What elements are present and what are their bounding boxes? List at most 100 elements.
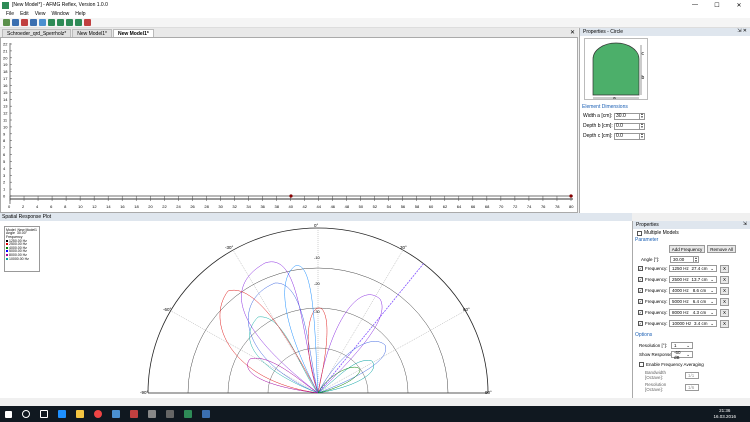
wave-icon[interactable]: [39, 19, 46, 26]
angle-label-p60: 60°: [463, 307, 470, 312]
maximize-button[interactable]: ☐: [706, 0, 728, 10]
resolution-octave-select[interactable]: 1/6: [685, 383, 699, 391]
frequency-checkbox[interactable]: ✓: [638, 277, 643, 282]
remove-frequency-button[interactable]: X: [720, 297, 730, 306]
legend-item: 10000.00 Hz: [6, 257, 38, 261]
remove-frequency-button[interactable]: X: [720, 308, 730, 317]
depth-b-spinner[interactable]: ▲ ▼: [640, 122, 645, 130]
arc-icon[interactable]: [75, 19, 82, 26]
tray-clock[interactable]: 21:36 16.03.2016: [713, 408, 736, 420]
menu-file[interactable]: File: [6, 11, 14, 17]
frequency-cm: 4.3 cm: [692, 310, 707, 315]
frequency-checkbox[interactable]: ✓: [638, 321, 643, 326]
file-explorer-icon[interactable]: [76, 410, 84, 418]
bandwidth-select[interactable]: 1/1: [685, 371, 699, 379]
db-tick-20: -20: [314, 281, 321, 286]
model-plot[interactable]: 22 21 20 19 18 17 16 15 14 13 12 11 10 9 8 7 6 5 4 3 2 1 0 024…: [0, 37, 578, 213]
menu-help[interactable]: Help: [75, 11, 85, 17]
show-response-select[interactable]: -60 dB ⌄: [671, 350, 693, 360]
properties-circle-header: Properties - Circle ⇲ ✕: [580, 28, 750, 36]
frequency-hz: 5000 Hz: [672, 299, 689, 304]
frequency-select[interactable]: 4000 Hz 8.6 cm ⌄: [669, 287, 717, 294]
app-icon-d[interactable]: [166, 410, 174, 418]
multiple-models-checkbox[interactable]: [637, 230, 642, 236]
depth-c-field[interactable]: 0.0: [614, 132, 640, 140]
depth-b-field[interactable]: 0.0: [614, 122, 640, 130]
reflex-taskbar-icon[interactable]: [184, 410, 192, 418]
multiple-models-row: Multiple Models: [637, 230, 750, 236]
x-tick-label: 56: [401, 204, 406, 209]
frequency-row: ✓ Frequency: 10000 Hz 3.4 cm ⌄ X: [638, 318, 750, 329]
angle-field[interactable]: 30.00: [670, 256, 694, 263]
frequency-select[interactable]: 2500 Hz 13.7 cm ⌄: [669, 276, 717, 283]
remove-frequency-button[interactable]: X: [720, 264, 730, 273]
block-icon[interactable]: [48, 19, 55, 26]
minimize-button[interactable]: —: [684, 0, 706, 10]
averaging-checkbox[interactable]: [639, 362, 644, 367]
y-tick-label: 22: [3, 42, 8, 47]
angle-label-0: 0°: [314, 223, 319, 228]
frequency-checkbox[interactable]: ✓: [638, 310, 643, 315]
properties-circle-title: Properties - Circle: [583, 29, 624, 35]
depth-c-spinner[interactable]: ▲ ▼: [640, 132, 645, 140]
close-button[interactable]: ✕: [728, 0, 750, 10]
frequency-select[interactable]: 5000 Hz 6.4 cm ⌄: [669, 298, 717, 305]
menu-window[interactable]: Window: [51, 11, 69, 17]
frequency-cm: 6.4 cm: [692, 299, 707, 304]
tab-schroeder[interactable]: Schroeder_qrd_Sperrholz*: [2, 29, 72, 37]
chart-icon[interactable]: [21, 19, 28, 26]
open-icon[interactable]: [12, 19, 19, 26]
resolution-octave-label: Resolution [Octave]:: [645, 382, 667, 392]
frequency-select[interactable]: 1250 Hz 27.4 cm ⌄: [669, 265, 717, 272]
x-tick-label: 46: [331, 204, 336, 209]
remove-frequency-button[interactable]: X: [720, 286, 730, 295]
app-icon-a[interactable]: [112, 410, 120, 418]
task-view-icon[interactable]: [40, 410, 48, 418]
app-icon-e[interactable]: [202, 410, 210, 418]
pin-icon[interactable]: ⇲ ✕: [737, 28, 747, 34]
resolution-row: Resolution [°]: 1 ⌄: [639, 342, 750, 349]
frequency-checkbox[interactable]: ✓: [638, 266, 643, 271]
frequency-select[interactable]: 8000 Hz 4.3 cm ⌄: [669, 309, 717, 316]
width-a-field[interactable]: 30.0: [614, 112, 640, 120]
label-c: c: [642, 51, 645, 57]
polar-legend: Model New Model1 Angle 30.00° Frequency …: [4, 226, 40, 272]
app-icon-b[interactable]: [130, 410, 138, 418]
y-tick-label: 20: [3, 55, 8, 60]
x-tick-label: 44: [317, 204, 322, 209]
resolution-select[interactable]: 1 ⌄: [671, 342, 693, 349]
app-icon-c[interactable]: [148, 410, 156, 418]
delete-icon[interactable]: [84, 19, 91, 26]
line-icon[interactable]: [30, 19, 37, 26]
x-tick-label: 66: [471, 204, 476, 209]
menu-view[interactable]: View: [35, 11, 46, 17]
edge-icon[interactable]: [58, 410, 66, 418]
y-tick-label: 2: [3, 180, 6, 185]
remove-all-button[interactable]: Remove All: [707, 245, 736, 253]
add-frequency-button[interactable]: Add Frequency: [668, 245, 706, 253]
frequency-checkbox[interactable]: ✓: [638, 299, 643, 304]
frequency-select[interactable]: 10000 Hz 3.4 cm ⌄: [669, 320, 717, 327]
frequency-hz: 1250 Hz: [672, 266, 689, 271]
pin-icon[interactable]: ⇲: [743, 221, 747, 227]
frequency-checkbox[interactable]: ✓: [638, 288, 643, 293]
angle-spinner[interactable]: ▲ ▼: [694, 256, 699, 263]
polar-plot[interactable]: 0° -30° 30° -60° 60° -90° 90° -10 -20 -3…: [0, 221, 632, 398]
frequency-hz: 10000 Hz: [672, 321, 692, 326]
remove-frequency-button[interactable]: X: [720, 319, 730, 328]
tab-new-model-b[interactable]: New Model1*: [112, 29, 154, 37]
windows-start-icon[interactable]: [5, 410, 12, 418]
y-tick-label: 0: [3, 194, 6, 199]
frequency-hz: 8000 Hz: [672, 310, 689, 315]
tab-new-model-a[interactable]: New Model1*: [72, 29, 112, 37]
width-a-spinner[interactable]: ▲ ▼: [640, 112, 645, 120]
remove-frequency-button[interactable]: X: [720, 275, 730, 284]
parameter-label: Parameter: [635, 237, 659, 243]
triangle-icon[interactable]: [66, 19, 73, 26]
chrome-icon[interactable]: [94, 410, 102, 418]
menu-edit[interactable]: Edit: [20, 11, 29, 17]
new-model-icon[interactable]: [3, 19, 10, 26]
close-tab-icon[interactable]: ✕: [570, 29, 575, 36]
search-icon[interactable]: [22, 410, 30, 418]
box-icon[interactable]: [57, 19, 64, 26]
